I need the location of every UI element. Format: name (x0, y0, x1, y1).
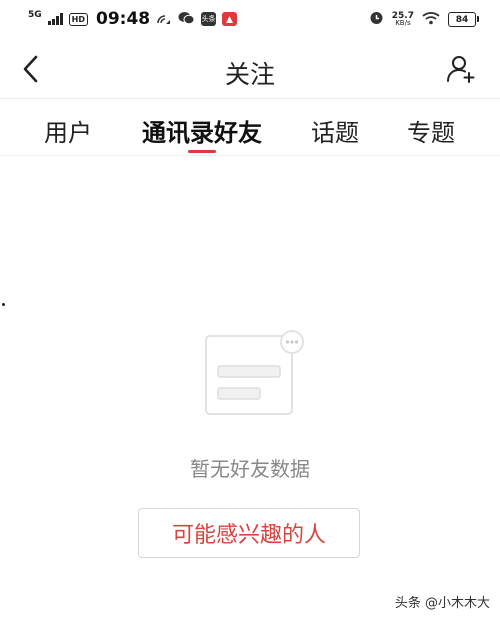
speed-unit: KB/s (395, 18, 411, 27)
toutiao-icon: 头条 (201, 12, 217, 26)
status-bar-right: 25.7 KB/s 84 (369, 10, 479, 29)
hd-badge: HD (68, 12, 88, 26)
empty-message: 暂无好友数据 (190, 457, 310, 481)
alarm-icon (369, 10, 384, 29)
add-user-icon (447, 56, 475, 83)
stray-dot (2, 303, 5, 306)
status-bar-left: 5G HD 09:48 头条 (28, 9, 238, 29)
red-app-icon (222, 12, 238, 26)
wechat-icon (178, 10, 195, 29)
watermark: 头条 @小木木大 (394, 596, 490, 611)
wifi-icon (422, 10, 440, 29)
empty-contacts-icon (204, 328, 306, 418)
add-friend-button[interactable] (444, 52, 478, 86)
tab-bar: 用户 通讯录好友 话题 专题 (0, 99, 500, 156)
battery-icon: 84 (448, 12, 479, 27)
nav-bar: 关注 (0, 40, 500, 99)
network-type: 5G (28, 10, 42, 20)
active-tab-indicator (188, 150, 216, 153)
clock: 09:48 (96, 9, 151, 29)
people-you-may-like-button[interactable]: 可能感兴趣的人 (138, 508, 360, 558)
tab-users[interactable]: 用户 (44, 113, 92, 148)
page-title: 关注 (224, 60, 275, 89)
network-speed: 25.7 KB/s (392, 11, 414, 27)
tab-contacts[interactable]: 通讯录好友 (142, 113, 262, 148)
tab-specials[interactable]: 专题 (407, 113, 455, 148)
hotspot-icon (156, 10, 172, 29)
signal-icon (47, 13, 63, 25)
status-bar: 5G HD 09:48 头条 25.7 KB/s 84 (0, 0, 500, 38)
tab-topics[interactable]: 话题 (311, 113, 359, 148)
